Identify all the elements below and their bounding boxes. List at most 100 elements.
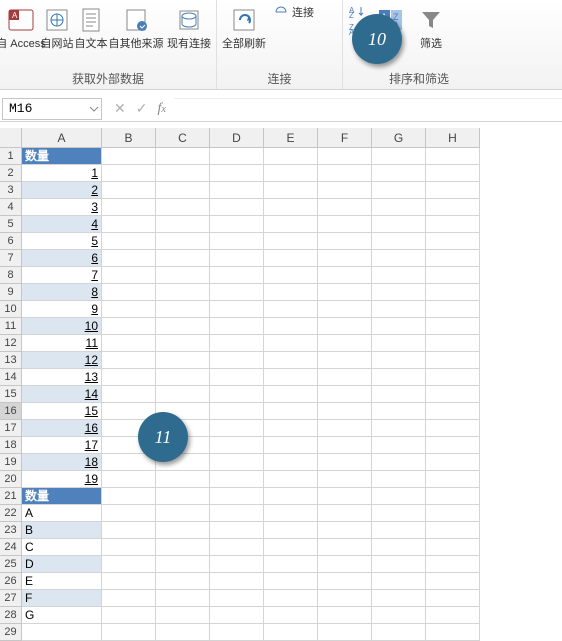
- row-header[interactable]: 24: [0, 539, 22, 556]
- column-header[interactable]: C: [156, 128, 210, 148]
- cell[interactable]: [264, 233, 318, 250]
- cell[interactable]: [102, 539, 156, 556]
- row-header[interactable]: 27: [0, 590, 22, 607]
- cell[interactable]: [156, 182, 210, 199]
- cell[interactable]: [372, 199, 426, 216]
- cell[interactable]: [102, 369, 156, 386]
- cell[interactable]: [156, 301, 210, 318]
- name-box-dropdown-icon[interactable]: [89, 103, 99, 118]
- cell[interactable]: [210, 403, 264, 420]
- column-header[interactable]: E: [264, 128, 318, 148]
- cell[interactable]: [318, 301, 372, 318]
- column-header[interactable]: A: [22, 128, 102, 148]
- cell[interactable]: [102, 624, 156, 641]
- row-header[interactable]: 10: [0, 301, 22, 318]
- cell[interactable]: [372, 539, 426, 556]
- cell[interactable]: [318, 403, 372, 420]
- filter-button[interactable]: 筛选: [411, 2, 451, 51]
- cell[interactable]: F: [22, 590, 102, 607]
- cell[interactable]: [156, 607, 210, 624]
- spreadsheet-grid[interactable]: A B C D E F G H 1数量213243546576879810911…: [0, 128, 562, 641]
- cell[interactable]: [210, 318, 264, 335]
- cell[interactable]: [318, 624, 372, 641]
- cell[interactable]: [372, 267, 426, 284]
- cell[interactable]: [426, 301, 480, 318]
- cell[interactable]: [372, 250, 426, 267]
- cell[interactable]: [210, 301, 264, 318]
- cell[interactable]: [210, 369, 264, 386]
- cell[interactable]: 14: [22, 386, 102, 403]
- row-header[interactable]: 25: [0, 556, 22, 573]
- cell[interactable]: 数量: [22, 488, 102, 505]
- row-header[interactable]: 26: [0, 573, 22, 590]
- cell[interactable]: [426, 250, 480, 267]
- cell[interactable]: [156, 352, 210, 369]
- cell[interactable]: [318, 607, 372, 624]
- cell[interactable]: D: [22, 556, 102, 573]
- cell[interactable]: [102, 471, 156, 488]
- cell[interactable]: [264, 335, 318, 352]
- cell[interactable]: [156, 369, 210, 386]
- cell[interactable]: [318, 352, 372, 369]
- cell[interactable]: [102, 352, 156, 369]
- cell[interactable]: [210, 352, 264, 369]
- from-access-button[interactable]: A 自 Access: [2, 2, 40, 51]
- cell[interactable]: [372, 420, 426, 437]
- cell[interactable]: [264, 624, 318, 641]
- cell[interactable]: [264, 573, 318, 590]
- cell[interactable]: [426, 539, 480, 556]
- cell[interactable]: 19: [22, 471, 102, 488]
- cell[interactable]: [372, 233, 426, 250]
- cell[interactable]: [426, 199, 480, 216]
- row-header[interactable]: 13: [0, 352, 22, 369]
- cell[interactable]: [210, 522, 264, 539]
- cell[interactable]: [372, 471, 426, 488]
- from-text-button[interactable]: 自文本: [74, 2, 108, 51]
- cell[interactable]: 9: [22, 301, 102, 318]
- cell[interactable]: [210, 267, 264, 284]
- cell[interactable]: [156, 199, 210, 216]
- cell[interactable]: [318, 505, 372, 522]
- cell[interactable]: [318, 556, 372, 573]
- cell[interactable]: [102, 556, 156, 573]
- cell[interactable]: [426, 505, 480, 522]
- cell[interactable]: [102, 386, 156, 403]
- cell[interactable]: [102, 573, 156, 590]
- cell[interactable]: [318, 522, 372, 539]
- cell[interactable]: [426, 284, 480, 301]
- cell[interactable]: [372, 556, 426, 573]
- cell[interactable]: [156, 522, 210, 539]
- cell[interactable]: [372, 301, 426, 318]
- cell[interactable]: [372, 284, 426, 301]
- row-header[interactable]: 23: [0, 522, 22, 539]
- cell[interactable]: [318, 233, 372, 250]
- cell[interactable]: [318, 539, 372, 556]
- cell[interactable]: [426, 369, 480, 386]
- column-header[interactable]: H: [426, 128, 480, 148]
- cell[interactable]: [426, 437, 480, 454]
- cell[interactable]: [156, 624, 210, 641]
- cell[interactable]: [210, 148, 264, 165]
- row-header[interactable]: 22: [0, 505, 22, 522]
- cell[interactable]: [210, 573, 264, 590]
- cell[interactable]: [102, 488, 156, 505]
- cell[interactable]: [372, 607, 426, 624]
- refresh-all-button[interactable]: 全部刷新: [219, 2, 269, 51]
- cell[interactable]: [264, 488, 318, 505]
- cell[interactable]: [264, 471, 318, 488]
- cell[interactable]: [426, 624, 480, 641]
- cell[interactable]: [372, 624, 426, 641]
- cell[interactable]: [156, 488, 210, 505]
- cell[interactable]: [372, 352, 426, 369]
- cell[interactable]: [264, 250, 318, 267]
- cell[interactable]: [264, 386, 318, 403]
- enter-icon[interactable]: ✓: [136, 100, 148, 117]
- cell[interactable]: 3: [22, 199, 102, 216]
- row-header[interactable]: 4: [0, 199, 22, 216]
- cell[interactable]: 1: [22, 165, 102, 182]
- cell[interactable]: [426, 216, 480, 233]
- cell[interactable]: [264, 216, 318, 233]
- cell[interactable]: [318, 454, 372, 471]
- cell[interactable]: [426, 607, 480, 624]
- cell[interactable]: [264, 522, 318, 539]
